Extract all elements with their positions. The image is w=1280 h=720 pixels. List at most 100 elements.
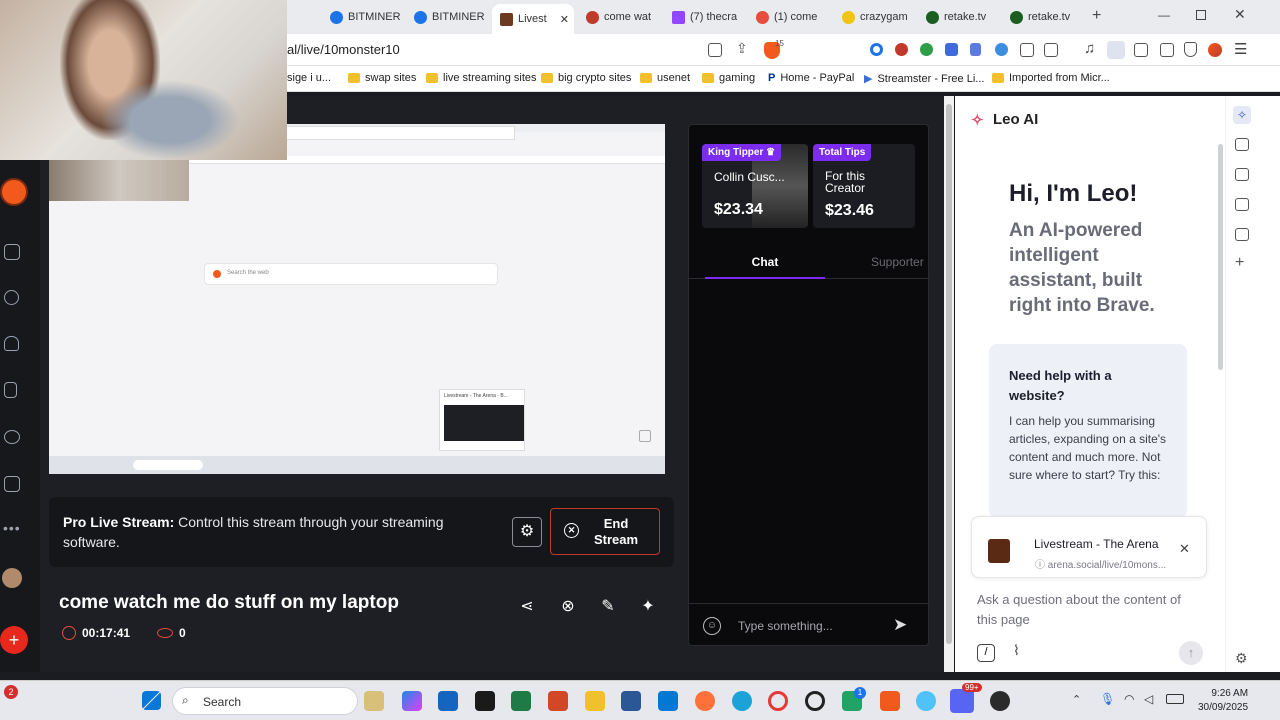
slash-command-icon[interactable]: / <box>977 644 995 662</box>
tab-supporters[interactable]: Supporter <box>871 255 929 279</box>
tab-chat[interactable]: Chat <box>705 255 825 279</box>
close-tab-icon[interactable]: ✕ <box>560 13 569 26</box>
edge-icon[interactable] <box>732 691 752 711</box>
leo-ask-input[interactable]: Ask a question about the content of this… <box>977 590 1197 630</box>
leo-scrollbar[interactable] <box>1218 144 1223 370</box>
bookmark-icon[interactable] <box>1235 198 1249 211</box>
close-window-icon[interactable]: ✕ <box>1234 6 1246 23</box>
chat-settings-button[interactable]: ✎ <box>595 594 621 620</box>
sidebar-toggle-icon[interactable] <box>1107 41 1125 59</box>
tab-icon[interactable] <box>1134 43 1148 57</box>
create-icon[interactable]: + <box>0 626 28 654</box>
send-icon[interactable]: ➤ <box>893 615 907 635</box>
bookmark-item[interactable]: ▶ Streamster - Free Li... <box>864 72 984 86</box>
notion-icon[interactable] <box>475 691 495 711</box>
system-clock[interactable]: 9:26 AM 30/09/2025 <box>1198 687 1248 715</box>
music-icon[interactable]: ♫ <box>1084 40 1095 57</box>
tab-twitch[interactable]: (7) thecra <box>672 6 752 28</box>
chat-input[interactable]: Type something... <box>738 619 833 633</box>
page-scrollbar[interactable] <box>944 96 954 672</box>
home-icon[interactable] <box>4 244 20 260</box>
extensions-puzzle-icon[interactable] <box>1020 43 1034 57</box>
attach-icon[interactable]: ⌇ <box>1013 642 1020 659</box>
extension-icon[interactable] <box>870 43 883 56</box>
firefox-icon[interactable] <box>695 691 715 711</box>
scrollbar-thumb[interactable] <box>946 104 952 644</box>
extension-icon[interactable] <box>970 43 981 56</box>
tab-come-2[interactable]: (1) come <box>756 6 836 28</box>
king-tipper-card[interactable]: King Tipper ♛ Collin Cusc... $23.34 <box>702 144 808 228</box>
powerpoint-icon[interactable] <box>548 691 568 711</box>
tab-bitminer-2[interactable]: BITMINER <box>414 6 494 28</box>
screenshot-icon[interactable] <box>708 43 722 57</box>
tab-crazygames[interactable]: crazygam <box>842 6 922 28</box>
remove-context-icon[interactable]: ✕ <box>1179 541 1190 557</box>
tab-livestream[interactable]: Livest ✕ <box>492 4 574 34</box>
tray-chevron-icon[interactable]: ⌃ <box>1072 693 1081 706</box>
more-icon[interactable]: ••• <box>3 520 21 536</box>
avatar[interactable] <box>2 568 22 588</box>
brave-icon[interactable] <box>880 691 900 711</box>
end-stream-button[interactable]: ✕ End Stream <box>550 508 660 555</box>
wallet-icon[interactable] <box>1235 168 1249 181</box>
file-explorer-icon[interactable] <box>364 691 384 711</box>
app-icon[interactable] <box>990 691 1010 711</box>
settings-gear-icon[interactable]: ⚙ <box>1235 650 1248 667</box>
bookmark-folder[interactable]: gaming <box>702 72 755 84</box>
extension-icon[interactable] <box>995 43 1008 56</box>
outlook-icon[interactable] <box>438 691 458 711</box>
volume-icon[interactable]: ◁ <box>1144 692 1153 706</box>
windows-start-icon[interactable] <box>142 691 161 710</box>
celebrate-button[interactable]: ✦ <box>635 594 661 620</box>
remove-user-button[interactable]: ⊗ <box>555 594 581 620</box>
brave-rewards-icon[interactable] <box>1208 43 1222 57</box>
tab-retake-2[interactable]: retake.tv <box>1010 6 1090 28</box>
battery-icon[interactable] <box>1166 694 1184 704</box>
leo-sidebar-icon[interactable]: ✧ <box>1233 106 1251 124</box>
copilot-icon[interactable] <box>402 691 422 711</box>
minimize-icon[interactable]: — <box>1158 8 1170 22</box>
microphone-icon[interactable]: 🎙 <box>1100 692 1115 706</box>
excel-icon[interactable] <box>511 691 531 711</box>
bookmark-item[interactable]: sige i u... <box>287 72 331 84</box>
notification-badge[interactable]: 2 <box>4 685 18 699</box>
bookmark-folder[interactable]: live streaming sites <box>426 72 537 84</box>
app-icon[interactable] <box>805 691 825 711</box>
menu-icon[interactable]: ☰ <box>1234 40 1247 58</box>
new-tab-icon[interactable]: + <box>1092 7 1101 25</box>
maximize-icon[interactable] <box>1196 10 1206 20</box>
add-icon[interactable]: + <box>1235 254 1244 272</box>
folder-icon[interactable] <box>585 691 605 711</box>
url-field[interactable]: al/live/10monster10 <box>287 42 400 57</box>
word-icon[interactable] <box>621 691 641 711</box>
wallet-icon[interactable] <box>1044 43 1058 57</box>
wallet-icon[interactable] <box>4 382 17 398</box>
tab-retake-1[interactable]: retake.tv <box>926 6 1006 28</box>
discord-icon[interactable] <box>950 689 974 713</box>
vpn-shield-icon[interactable] <box>1184 42 1197 57</box>
share-icon[interactable]: ⇪ <box>736 40 748 57</box>
stream-settings-button[interactable]: ⚙ <box>512 517 542 547</box>
bell-icon[interactable] <box>4 336 19 351</box>
bookmark-folder[interactable]: swap sites <box>348 72 416 84</box>
search-icon[interactable] <box>4 290 19 305</box>
chat-bubble-icon[interactable] <box>4 430 20 444</box>
emoji-icon[interactable]: ☺ <box>703 617 721 635</box>
media-icon[interactable] <box>1235 138 1249 151</box>
taskbar-search[interactable]: ⌕ Search <box>172 687 358 715</box>
store-icon[interactable] <box>658 691 678 711</box>
reading-list-icon[interactable] <box>1235 228 1249 241</box>
bookmark-item[interactable]: P Home - PayPal <box>768 72 854 84</box>
wifi-icon[interactable]: ◠ <box>1124 692 1134 706</box>
tab-bitminer-1[interactable]: BITMINER <box>330 6 410 28</box>
download-icon[interactable] <box>1160 43 1174 57</box>
storefront-icon[interactable] <box>4 476 20 492</box>
extension-icon[interactable] <box>920 43 933 56</box>
app-icon[interactable] <box>916 691 936 711</box>
extension-icon[interactable] <box>895 43 908 56</box>
bookmark-folder[interactable]: Imported from Micr... <box>992 72 1110 84</box>
extension-icon[interactable] <box>945 43 958 56</box>
opera-icon[interactable] <box>768 691 788 711</box>
bookmark-folder[interactable]: big crypto sites <box>541 72 631 84</box>
share-button[interactable]: ⋖ <box>514 594 540 620</box>
